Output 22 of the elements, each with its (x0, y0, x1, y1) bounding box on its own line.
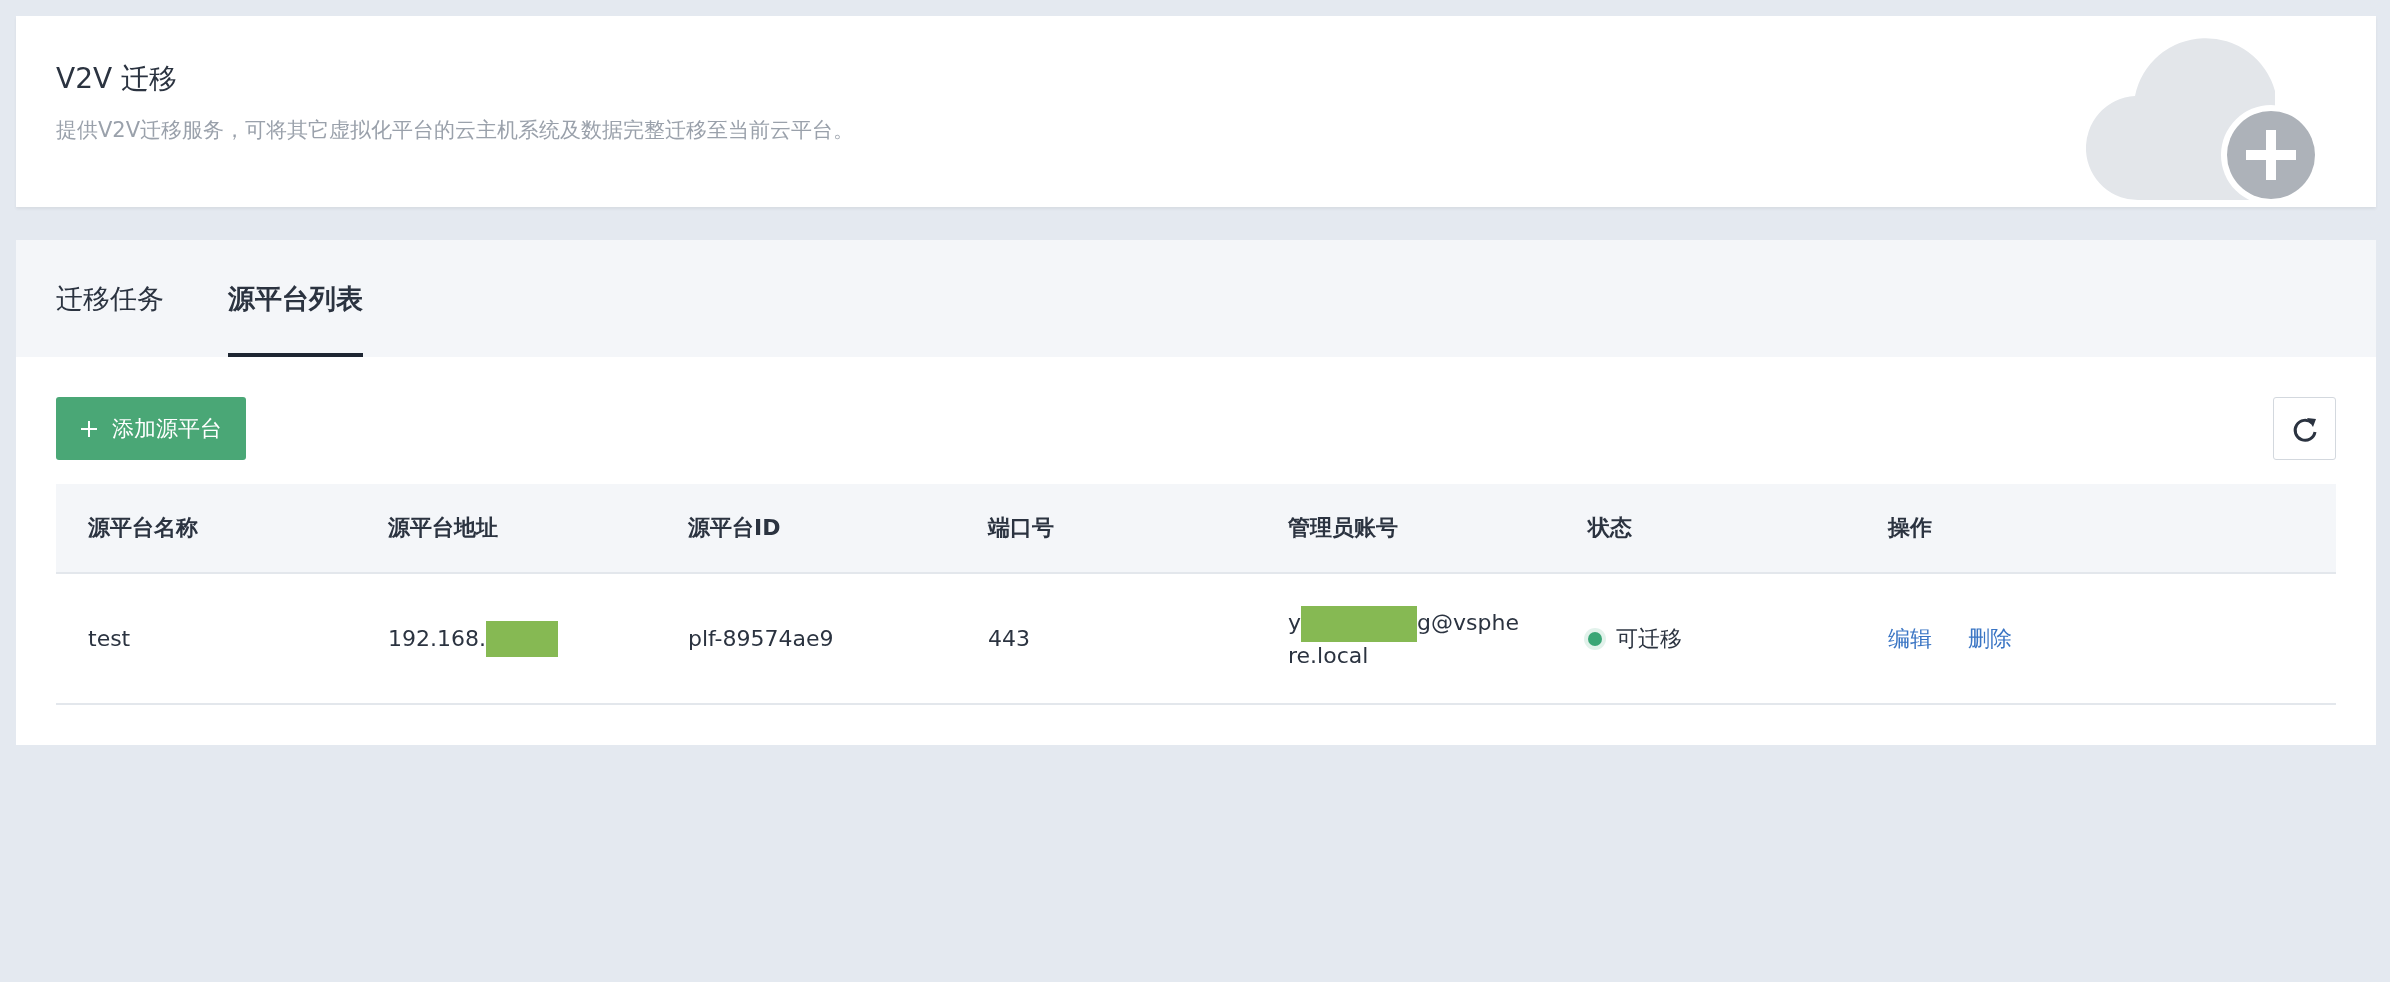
tab[interactable]: 迁移任务 (56, 240, 164, 357)
address-text: 192.168. (388, 626, 486, 651)
action-link[interactable]: 编辑 (1888, 623, 1932, 654)
status-text: 可迁移 (1616, 624, 1682, 653)
column-header: 源平台ID (687, 514, 782, 542)
column-header: 端口号 (986, 514, 1055, 542)
column-header: 管理员账号 (1287, 514, 1399, 542)
column-header: 状态 (1586, 514, 1633, 542)
page-title: V2V 迁移 (56, 61, 179, 97)
add-button[interactable]: 添加源平台 (56, 397, 246, 460)
column-header: 源平台名称 (87, 514, 199, 542)
account-text: y g@vsphere.local (1288, 606, 1520, 671)
plus-icon (80, 419, 98, 438)
column-header: 源平台地址 (387, 514, 499, 542)
table-cell-text: 443 (987, 626, 1031, 651)
action-link[interactable]: 删除 (1968, 623, 2012, 654)
refresh-button[interactable] (2273, 397, 2336, 460)
table-cell-text: test (87, 626, 132, 651)
column-header: 操作 (1886, 514, 1933, 542)
tab[interactable]: 源平台列表 (228, 240, 363, 357)
page-description: 提供V2V迁移服务，可将其它虚拟化平台的云主机系统及数据完整迁移至当前云平台。 (56, 117, 855, 144)
table-cell-text: plf-89574ae9 (687, 626, 835, 651)
